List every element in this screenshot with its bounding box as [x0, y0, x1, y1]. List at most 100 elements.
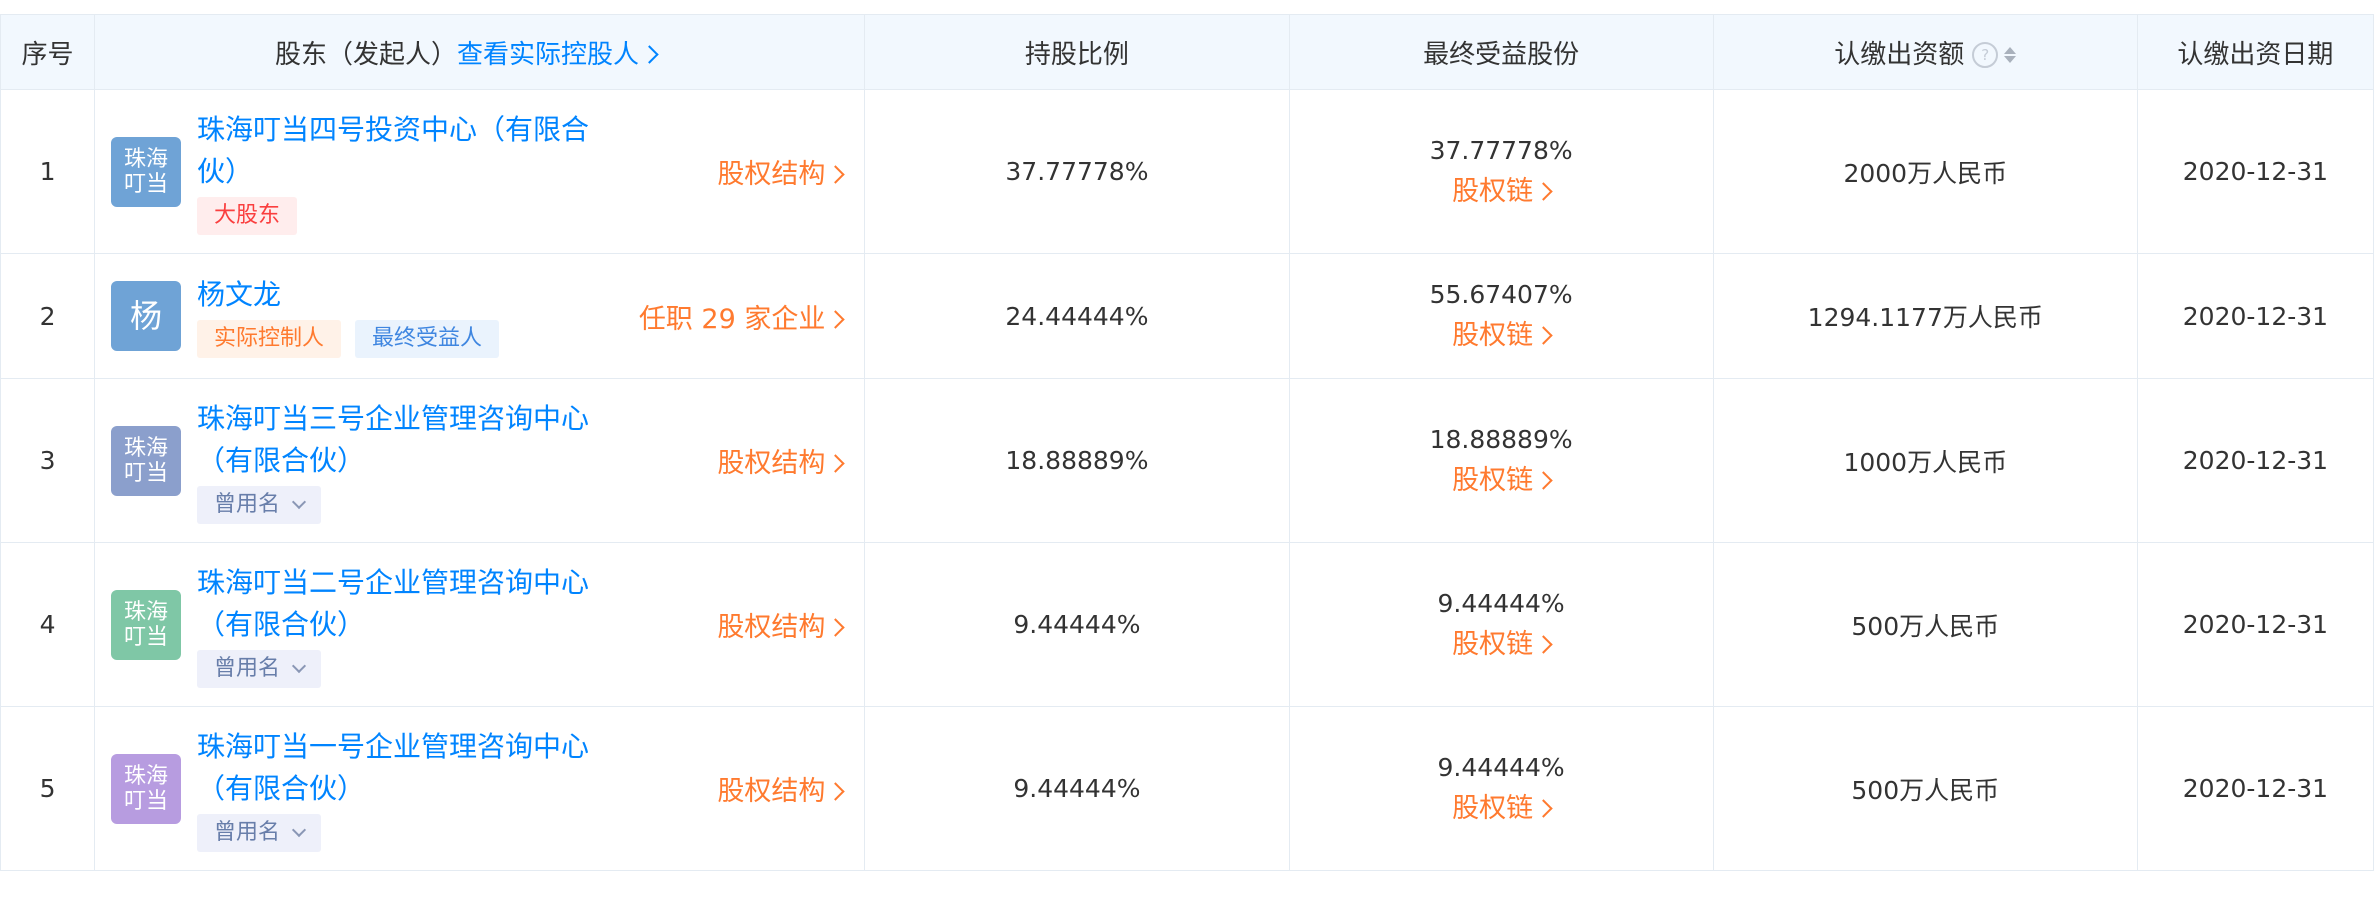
avatar[interactable]: 珠海叮当: [111, 425, 182, 496]
holder-cell: 珠海叮当 珠海叮当一号企业管理咨询中心（有限合伙） 曾用名 股权结构: [94, 706, 866, 871]
row-index: 4: [0, 542, 96, 707]
header-holder-label: 股东（发起人）: [275, 39, 458, 70]
chevron-right-icon: [1534, 470, 1553, 490]
chevron-right-icon: [826, 309, 846, 329]
holder-name-link[interactable]: 杨文龙: [197, 274, 639, 316]
chevron-right-icon: [826, 165, 846, 184]
positions-link[interactable]: 任职 29 家企业: [638, 297, 846, 336]
equity-chain-label: 股权链: [1452, 792, 1534, 824]
row-index: 3: [0, 378, 96, 543]
avatar[interactable]: 珠海叮当: [111, 136, 182, 207]
former-name-dropdown[interactable]: 曾用名: [197, 649, 322, 688]
table-row: 4 珠海叮当 珠海叮当二号企业管理咨询中心（有限合伙） 曾用名 股权结构 9.44444%…: [0, 542, 2375, 707]
row-index: 2: [0, 253, 96, 379]
final-share-value: 9.44444%: [1437, 588, 1565, 618]
former-name-dropdown[interactable]: 曾用名: [197, 485, 322, 524]
equity-structure-link[interactable]: 股权结构: [717, 769, 846, 808]
final-share-cell: 37.77778% 股权链: [1288, 89, 1714, 254]
shareholder-table-container: 序号 股东（发起人）查看实际控股人 持股比例 最终受益股份 认缴出资额? 认缴出…: [0, 14, 2375, 871]
final-share-cell: 55.67407% 股权链: [1288, 253, 1714, 379]
avatar-text: 珠海叮当: [124, 599, 169, 650]
holder-cell: 珠海叮当 珠海叮当三号企业管理咨询中心（有限合伙） 曾用名 股权结构: [94, 378, 866, 543]
chevron-down-icon: [291, 658, 307, 673]
header-final-shares: 最终受益股份: [1288, 14, 1714, 90]
header-holder: 股东（发起人）查看实际控股人: [94, 14, 866, 90]
avatar[interactable]: 珠海叮当: [111, 753, 182, 824]
avatar[interactable]: 杨: [111, 281, 182, 351]
right-link-label: 股权结构: [717, 448, 826, 479]
equity-chain-link[interactable]: 股权链: [1290, 315, 1713, 357]
ratio-cell: 9.44444%: [864, 706, 1290, 871]
final-share-value: 37.77778%: [1429, 135, 1573, 165]
capital-cell: 2000万人民币: [1712, 89, 2138, 254]
avatar-text: 杨: [130, 296, 163, 335]
shareholder-table: 序号 股东（发起人）查看实际控股人 持股比例 最终受益股份 认缴出资额? 认缴出…: [0, 14, 2375, 871]
equity-structure-link[interactable]: 股权结构: [717, 605, 846, 644]
holder-tag-label: 实际控制人: [214, 326, 325, 351]
chevron-right-icon: [1534, 798, 1553, 818]
holder-tag-label: 曾用名: [214, 819, 281, 845]
sort-up-icon: [2004, 47, 2017, 54]
holder-name-link[interactable]: 珠海叮当四号投资中心（有限合伙）: [197, 109, 597, 193]
date-cell: 2020-12-31: [2136, 706, 2375, 871]
holder-name-link[interactable]: 珠海叮当三号企业管理咨询中心（有限合伙）: [197, 398, 597, 482]
chevron-right-icon: [826, 454, 846, 473]
table-body: 1 珠海叮当 珠海叮当四号投资中心（有限合伙） 大股东 股权结构 37.77778% 37.…: [0, 89, 2375, 871]
help-icon[interactable]: ?: [1972, 42, 1999, 68]
chevron-right-icon: [826, 782, 846, 801]
ratio-cell: 24.44444%: [864, 253, 1290, 379]
holder-name-link[interactable]: 珠海叮当二号企业管理咨询中心（有限合伙）: [197, 562, 597, 646]
table-row: 2 杨杨文龙 实际控制人 最终受益人 任职 29 家企业 24.44444% 55.6740…: [0, 253, 2375, 379]
holder-tag: 最终受益人: [355, 320, 500, 358]
equity-chain-link[interactable]: 股权链: [1290, 460, 1713, 502]
chevron-down-icon: [291, 494, 307, 509]
chevron-right-icon: [826, 618, 846, 637]
equity-chain-link[interactable]: 股权链: [1290, 624, 1713, 666]
table-row: 5 珠海叮当 珠海叮当一号企业管理咨询中心（有限合伙） 曾用名 股权结构 9.44444%…: [0, 706, 2375, 871]
table-row: 3 珠海叮当 珠海叮当三号企业管理咨询中心（有限合伙） 曾用名 股权结构 18.88889…: [0, 378, 2375, 543]
final-share-value: 55.67407%: [1429, 280, 1573, 309]
final-share-cell: 9.44444% 股权链: [1288, 542, 1714, 707]
holder-tags: 曾用名: [197, 485, 717, 524]
final-share-cell: 9.44444% 股权链: [1288, 706, 1714, 871]
date-cell: 2020-12-31: [2136, 253, 2375, 379]
capital-cell: 500万人民币: [1712, 542, 2138, 707]
chevron-down-icon: [291, 822, 307, 837]
holder-cell: 杨杨文龙实际控制人 最终受益人 任职 29 家企业: [94, 253, 866, 379]
sort-down-icon: [2004, 56, 2017, 63]
equity-chain-label: 股权链: [1452, 320, 1534, 351]
equity-structure-link[interactable]: 股权结构: [717, 152, 846, 191]
table-header-row: 序号 股东（发起人）查看实际控股人 持股比例 最终受益股份 认缴出资额? 认缴出…: [0, 14, 2375, 90]
holder-cell: 珠海叮当 珠海叮当二号企业管理咨询中心（有限合伙） 曾用名 股权结构: [94, 542, 866, 707]
row-index: 1: [0, 89, 96, 254]
right-link-label: 股权结构: [717, 612, 826, 643]
date-cell: 2020-12-31: [2136, 542, 2375, 707]
holder-tag-label: 曾用名: [214, 655, 281, 681]
former-name-dropdown[interactable]: 曾用名: [197, 813, 322, 852]
avatar-text: 珠海叮当: [124, 763, 169, 814]
view-actual-controller-label: 查看实际控股人: [457, 39, 640, 70]
holder-name-link[interactable]: 珠海叮当一号企业管理咨询中心（有限合伙）: [197, 726, 597, 810]
avatar-text: 珠海叮当: [124, 146, 169, 197]
equity-chain-link[interactable]: 股权链: [1290, 171, 1713, 213]
sort-icon[interactable]: [2004, 47, 2017, 63]
equity-chain-link[interactable]: 股权链: [1290, 788, 1713, 830]
right-link-label: 股权结构: [717, 776, 826, 807]
date-cell: 2020-12-31: [2136, 89, 2375, 254]
equity-structure-link[interactable]: 股权结构: [717, 441, 846, 480]
capital-cell: 1294.1177万人民币: [1712, 253, 2138, 379]
avatar[interactable]: 珠海叮当: [111, 589, 182, 660]
equity-chain-label: 股权链: [1452, 628, 1534, 660]
header-ratio: 持股比例: [864, 14, 1290, 90]
date-cell: 2020-12-31: [2136, 378, 2375, 543]
final-share-value: 18.88889%: [1429, 424, 1573, 454]
header-capital-label: 认缴出资额: [1834, 39, 1965, 70]
capital-cell: 500万人民币: [1712, 706, 2138, 871]
holder-tag-label: 曾用名: [214, 491, 281, 517]
right-link-label: 任职 29 家企业: [638, 303, 826, 335]
ratio-cell: 18.88889%: [864, 378, 1290, 543]
view-actual-controller-link[interactable]: 查看实际控股人: [457, 39, 659, 70]
equity-chain-label: 股权链: [1452, 175, 1534, 207]
ratio-cell: 37.77778%: [864, 89, 1290, 254]
chevron-right-icon: [1534, 634, 1553, 654]
